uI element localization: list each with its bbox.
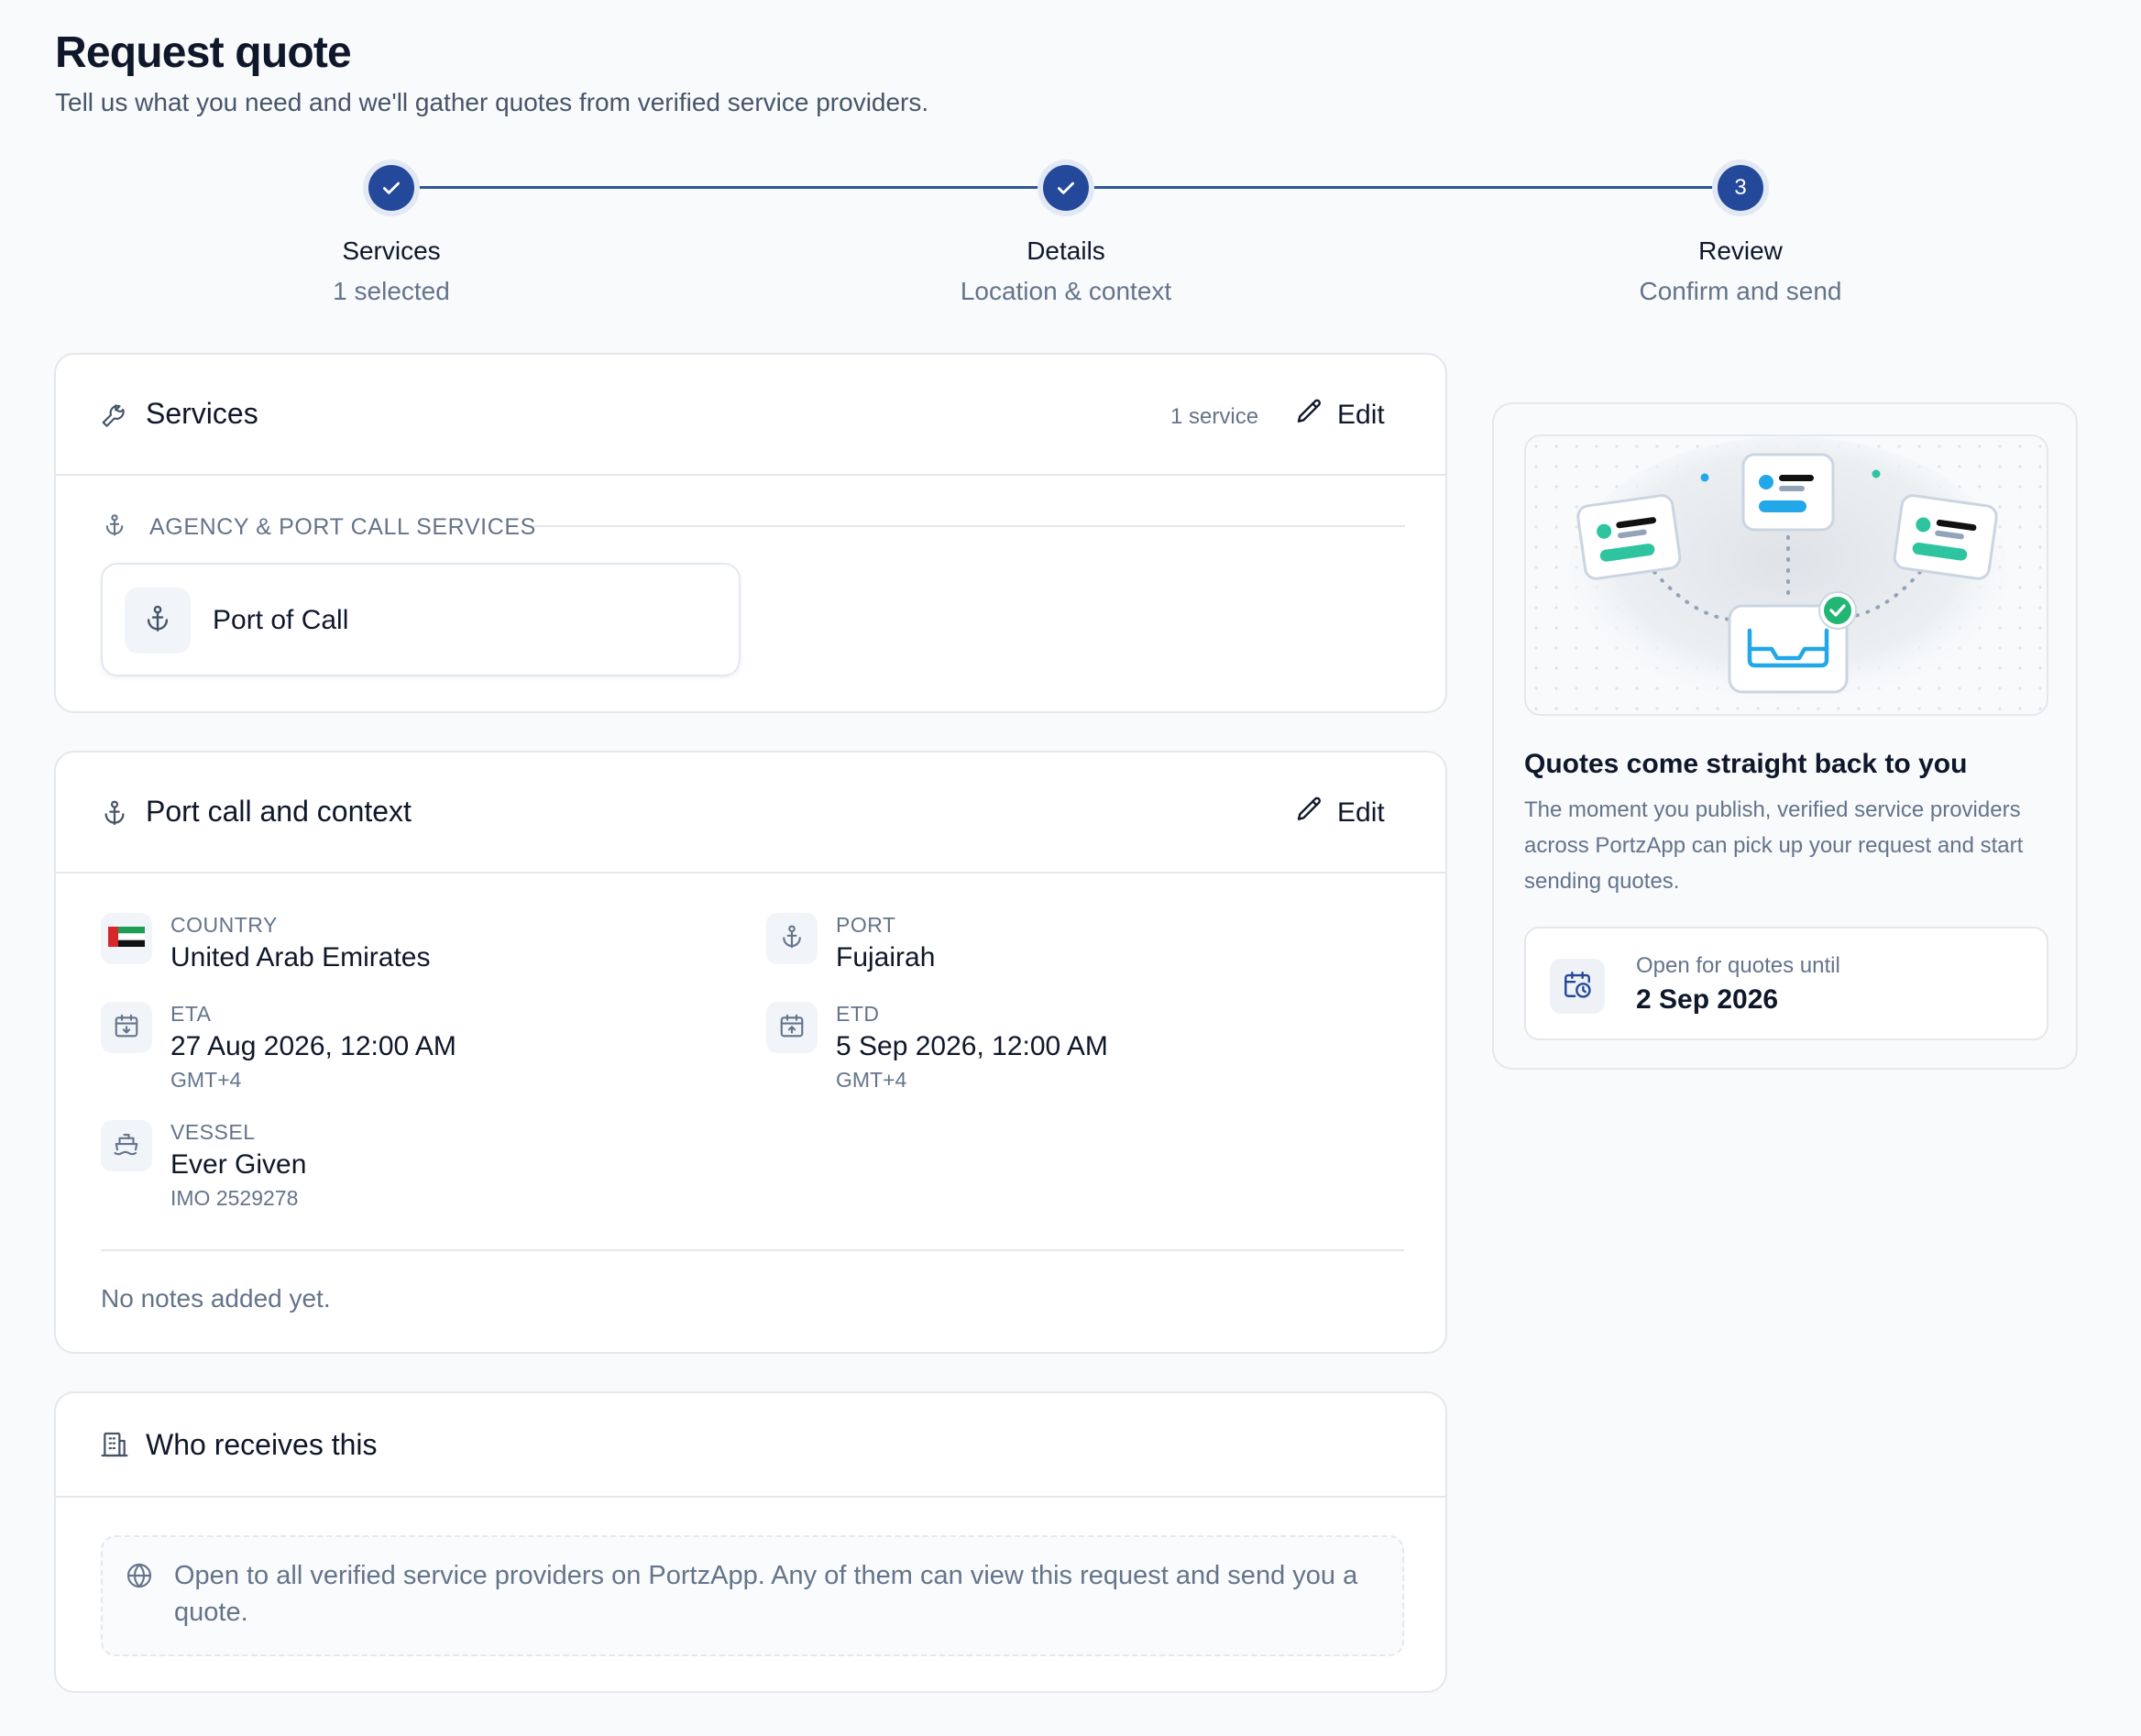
side-panel-body-line3: sending quotes. <box>1524 869 1680 894</box>
anchor-icon <box>778 923 806 955</box>
step-review-label: Review <box>1698 236 1783 265</box>
quotes-illustration-graphic <box>1568 436 2008 711</box>
uae-flag-icon <box>108 926 145 951</box>
deadline-label: Open for quotes until <box>1636 953 1840 978</box>
vessel-label: VESSEL <box>170 1120 256 1144</box>
country-value: United Arab Emirates <box>170 942 431 972</box>
eta-label: ETA <box>170 1002 212 1026</box>
services-edit-button[interactable]: Edit <box>1295 397 1385 434</box>
recipients-card: Who receives this Open to all verified s… <box>54 1391 1447 1693</box>
step-review-sub: Confirm and send <box>1639 277 1842 305</box>
wrench-icon <box>100 401 129 430</box>
recipients-info-line1: Open to all verified service providers o… <box>174 1561 1358 1590</box>
port-value: Fujairah <box>836 942 936 972</box>
etd-value: 5 Sep 2026, 12:00 AM <box>836 1031 1108 1061</box>
page-title: Request quote <box>55 28 352 77</box>
etd-label: ETD <box>836 1002 880 1026</box>
step-details-label[interactable]: Details <box>837 236 1295 266</box>
country-flag-box <box>101 913 152 964</box>
notes-text: No notes added yet. <box>101 1284 331 1313</box>
anchor-icon <box>102 512 127 543</box>
recipients-info-box: Open to all verified service providers o… <box>101 1535 1404 1656</box>
ship-icon <box>113 1130 140 1162</box>
country-label: COUNTRY <box>170 913 278 937</box>
vessel-imo: IMO 2529278 <box>170 1186 299 1210</box>
recipients-info-line2: quote. <box>174 1598 248 1627</box>
step-details-sub: Location & context <box>960 277 1172 305</box>
deadline-icon-box <box>1550 959 1605 1014</box>
calendar-departure-icon <box>778 1012 806 1044</box>
pencil-icon <box>1295 795 1324 831</box>
step-services-check-icon[interactable] <box>368 165 414 211</box>
vessel-icon-box <box>101 1120 152 1171</box>
port-call-card-header: Port call and context Edit <box>56 753 1445 873</box>
anchor-icon <box>100 798 129 828</box>
etd-icon-box <box>766 1002 818 1053</box>
services-count: 1 service <box>1170 404 1259 429</box>
globe-icon <box>125 1561 154 1595</box>
services-card-title: Services <box>146 397 258 430</box>
calendar-clock-icon <box>1562 969 1593 1005</box>
deadline-box: Open for quotes until 2 Sep 2026 <box>1524 927 2048 1040</box>
services-edit-label: Edit <box>1337 400 1385 430</box>
step-services-sub: 1 selected <box>333 277 450 305</box>
service-category-divider <box>534 525 1405 527</box>
side-panel-title: Quotes come straight back to you <box>1524 749 1968 779</box>
eta-value: 27 Aug 2026, 12:00 AM <box>170 1031 456 1061</box>
deadline-value: 2 Sep 2026 <box>1636 984 1779 1015</box>
recipients-card-title: Who receives this <box>146 1428 378 1461</box>
etd-timezone: GMT+4 <box>836 1068 907 1092</box>
step-services-label[interactable]: Services <box>162 236 620 266</box>
service-category-label: AGENCY & PORT CALL SERVICES <box>149 514 536 540</box>
side-panel-body-line2: across PortzApp can pick up your request… <box>1524 833 2024 858</box>
calendar-arrival-icon <box>113 1012 140 1044</box>
quotes-illustration <box>1524 434 2048 716</box>
pencil-icon <box>1295 397 1324 434</box>
services-card-header: Services 1 service Edit <box>56 355 1445 476</box>
port-call-edit-label: Edit <box>1337 797 1385 828</box>
notes-divider <box>101 1249 1404 1251</box>
vessel-value: Ever Given <box>170 1149 307 1180</box>
anchor-icon <box>142 603 173 639</box>
building-icon <box>100 1430 129 1459</box>
port-call-card-title: Port call and context <box>146 795 412 828</box>
stepper-line-1 <box>414 186 1041 189</box>
port-icon-box <box>766 913 818 964</box>
eta-icon-box <box>101 1002 152 1053</box>
step-review-number: 3 <box>1718 165 1763 211</box>
stepper-line-2 <box>1089 186 1719 189</box>
step-details-check-icon[interactable] <box>1043 165 1089 211</box>
port-call-edit-button[interactable]: Edit <box>1295 795 1385 831</box>
port-label: PORT <box>836 913 896 937</box>
services-card: Services 1 service Edit AGENCY & PORT CA… <box>54 353 1447 713</box>
port-call-card: Port call and context Edit COUNTRY Unite… <box>54 751 1447 1354</box>
eta-timezone: GMT+4 <box>170 1068 242 1092</box>
recipients-card-header: Who receives this <box>56 1393 1445 1498</box>
side-panel-body-line1: The moment you publish, verified service… <box>1524 797 2021 822</box>
side-panel: Quotes come straight back to you The mom… <box>1492 402 2078 1070</box>
service-tile-port-of-call[interactable]: Port of Call <box>101 563 741 676</box>
service-tile-icon-box <box>125 588 191 654</box>
page-subtitle: Tell us what you need and we'll gather q… <box>55 88 929 116</box>
service-tile-label: Port of Call <box>213 605 349 635</box>
